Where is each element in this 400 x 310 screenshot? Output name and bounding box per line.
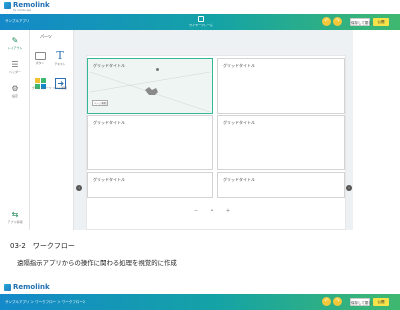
part-grid[interactable]: グリッドパーツ — [32, 74, 52, 90]
part-label: ページ移動 — [53, 86, 67, 90]
chevron-right-icon: › — [348, 185, 350, 190]
zoom-reset-icon[interactable]: • — [208, 208, 216, 214]
sidebar-item-label: 設定 — [11, 94, 18, 98]
save-and-close-button[interactable]: 保存して閉じる — [350, 298, 375, 306]
grid-title: グリッドタイトル — [223, 63, 255, 68]
grid-title: グリッドタイトル — [93, 177, 125, 182]
redo-icon: ↷ — [335, 18, 340, 24]
part-button[interactable]: ボタン — [32, 50, 48, 65]
part-text[interactable]: T テキスト — [52, 50, 68, 66]
zoom-controls: − • + — [188, 206, 236, 216]
grid-cell[interactable]: グリッドタイトル ページ移動 — [87, 58, 213, 114]
parts-panel: パーツ ボタン T テキスト グリッドパーツ ページ移動 — [30, 30, 74, 230]
settings-dot-icon[interactable] — [156, 68, 159, 71]
button-icon — [34, 52, 46, 60]
canvas: グリッドタイトル ページ移動 グリッドタイトル グリッドタイトル グリッドタイト… — [86, 55, 346, 230]
publish-button[interactable]: 公開 — [373, 298, 389, 306]
undo-button[interactable]: ↶ — [322, 297, 331, 306]
undo-icon: ↶ — [324, 18, 329, 24]
part-label: テキスト — [54, 62, 66, 66]
editor-screenshot: Remolink for mobile app サンプルアプリ ワイヤーフレーム… — [0, 0, 400, 234]
sidebar-item-settings[interactable]: ⚙ 設定 — [2, 84, 28, 98]
app-logo[interactable]: Remolink — [4, 284, 50, 291]
logo-mark-icon — [4, 2, 11, 9]
publish-button[interactable]: 公開 — [373, 18, 389, 26]
brand-name: Remolink — [13, 1, 50, 9]
save-and-close-button[interactable]: 保存して閉じる — [350, 18, 375, 26]
sidebar-item-label: レイアウト — [7, 46, 23, 50]
redo-icon: ↷ — [335, 298, 340, 304]
undo-icon: ↶ — [324, 298, 329, 304]
grid-cell[interactable]: グリッドタイトル — [87, 172, 213, 198]
text-icon: T — [56, 49, 64, 62]
grid-title: グリッドタイトル — [93, 120, 125, 125]
grid-icon — [34, 74, 46, 89]
sidebar-item-app-info[interactable]: ⇆ アプリ情報 — [2, 210, 28, 224]
header-bar: サンプルアプリ ワイヤーフレーム ↶ ↷ 保存して閉じる 公開 — [0, 14, 400, 30]
sidebar-item-label: ヘッダー — [8, 70, 21, 74]
canvas-area: グリッドタイトル ページ移動 グリッドタイトル グリッドタイトル グリッドタイト… — [74, 30, 353, 230]
grid-title: グリッドタイトル — [223, 120, 255, 125]
sidebar-item-header[interactable]: ☰ ヘッダー — [2, 60, 28, 74]
arrow-icon: ⇆ — [11, 210, 19, 219]
top-bar: Remolink — [0, 282, 400, 294]
parts-title: パーツ — [40, 34, 52, 39]
header-icon: ☰ — [11, 60, 19, 69]
part-label: グリッドパーツ — [32, 86, 52, 90]
header-bar: サンプルアプリ ＞ ワークフロー ＞ ワークフロー2 ↶ ↷ 保存して閉じる 公… — [0, 294, 400, 310]
grid-title: グリッドタイトル — [223, 177, 255, 182]
breadcrumb[interactable]: サンプルアプリ ＞ ワークフロー ＞ ワークフロー2 — [5, 300, 85, 305]
sidebar-item-layout[interactable]: ✎ レイアウト — [2, 36, 28, 50]
page-move-icon — [54, 74, 66, 89]
grid-cell[interactable]: グリッドタイトル — [217, 58, 345, 114]
brand-name: Remolink — [13, 283, 50, 291]
sidebar-item-label: アプリ情報 — [7, 220, 23, 224]
zoom-in-icon[interactable]: + — [224, 208, 232, 214]
grid-title: グリッドタイトル — [93, 63, 125, 68]
top-bar: Remolink for mobile app — [0, 0, 400, 14]
part-page-move[interactable]: ページ移動 — [52, 74, 68, 90]
app-logo[interactable]: Remolink — [4, 2, 50, 9]
zoom-out-icon[interactable]: − — [192, 208, 200, 214]
wireframe-tab[interactable]: ワイヤーフレーム — [186, 16, 216, 27]
left-sidebar: ✎ レイアウト ☰ ヘッダー ⚙ 設定 ⇆ アプリ情報 — [0, 30, 30, 230]
grid-cell[interactable]: グリッドタイトル — [87, 115, 213, 170]
chevron-left-icon: ‹ — [78, 185, 80, 190]
redo-button[interactable]: ↷ — [333, 17, 342, 26]
grid-cell[interactable]: グリッドタイトル — [217, 172, 345, 198]
wireframe-icon — [198, 16, 204, 22]
workflow-screenshot: Remolink サンプルアプリ ＞ ワークフロー ＞ ワークフロー2 ↶ ↷ … — [0, 282, 400, 310]
logo-mark-icon — [4, 284, 11, 291]
undo-button[interactable]: ↶ — [322, 17, 331, 26]
settings-icon: ⚙ — [11, 84, 19, 93]
wireframe-label: ワイヤーフレーム — [189, 23, 213, 27]
section-heading: 03-2 ワークフロー — [10, 242, 75, 250]
pen-icon: ✎ — [11, 36, 19, 45]
redo-button[interactable]: ↷ — [333, 297, 342, 306]
breadcrumb[interactable]: サンプルアプリ — [5, 19, 29, 24]
grid-cell[interactable]: グリッドタイトル — [217, 115, 345, 170]
part-label: ボタン — [35, 61, 45, 65]
section-description: 遠隔指示アプリからの操作に関わる処理を視覚的に作成 — [17, 259, 177, 267]
brand-subtitle: for mobile app — [13, 9, 32, 12]
scroll-left-button[interactable]: ‹ — [76, 185, 82, 191]
scroll-right-button[interactable]: › — [346, 185, 352, 191]
image-placeholder-icon — [90, 72, 210, 112]
page-move-badge: ページ移動 — [92, 100, 109, 106]
